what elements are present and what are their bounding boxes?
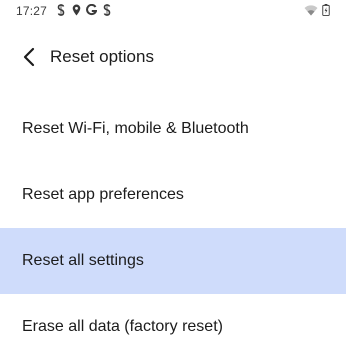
sync-s-icon <box>57 4 65 16</box>
page-title: Reset options <box>50 47 154 66</box>
option-label: Erase all data (factory reset) <box>22 318 223 335</box>
reset-options-list: Reset Wi-Fi, mobile & Bluetooth Reset ap… <box>0 96 346 360</box>
option-label: Reset Wi-Fi, mobile & Bluetooth <box>22 120 249 137</box>
location-icon <box>72 4 81 16</box>
option-label: Reset app preferences <box>22 186 184 203</box>
status-time: 17:27 <box>16 4 48 18</box>
option-reset-app-preferences[interactable]: Reset app preferences <box>0 162 346 228</box>
option-label: Reset all settings <box>22 252 144 269</box>
option-erase-all-data[interactable]: Erase all data (factory reset) <box>0 294 346 360</box>
wifi-icon <box>304 5 318 16</box>
google-icon <box>86 4 97 16</box>
option-reset-all-settings[interactable]: Reset all settings <box>0 228 346 294</box>
status-bar: 17:27 <box>0 0 346 22</box>
app-bar: Reset options <box>0 38 346 76</box>
option-reset-network[interactable]: Reset Wi-Fi, mobile & Bluetooth <box>0 96 346 162</box>
arrow-back-icon[interactable] <box>18 45 42 69</box>
sync-s-icon <box>103 4 111 16</box>
battery-icon <box>322 4 330 16</box>
